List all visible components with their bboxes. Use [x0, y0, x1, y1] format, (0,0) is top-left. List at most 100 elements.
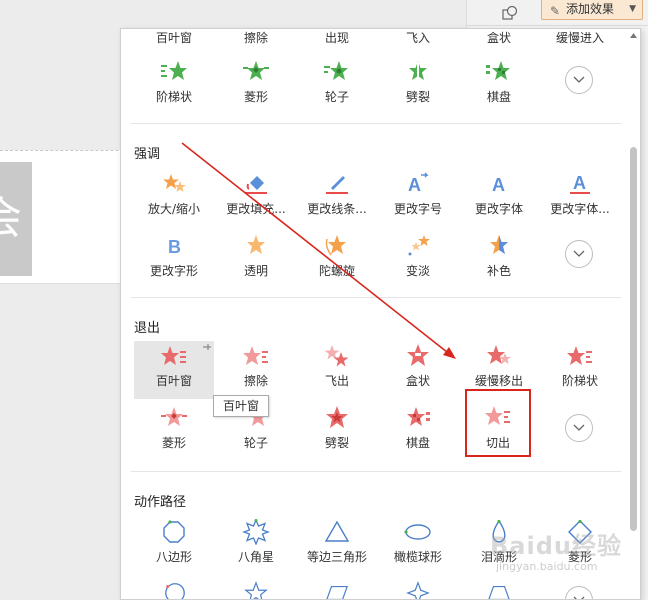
effect-label: 变淡	[405, 264, 430, 278]
effect-label: 轮子	[324, 90, 349, 104]
exit-effect-checkerboard[interactable]: 棋盘	[378, 403, 458, 461]
red-star-icon	[407, 344, 429, 366]
shapes-icon[interactable]	[501, 4, 519, 22]
parallelogram-path-icon[interactable]	[323, 581, 351, 600]
effect-label: 飞入	[405, 31, 430, 45]
orange-star-icon	[163, 174, 186, 192]
emphasis-effect-transparency[interactable]: 透明	[216, 231, 296, 289]
slide-text-box[interactable]: 会	[0, 162, 32, 276]
circle-path-icon[interactable]	[161, 581, 189, 600]
effect-label: 切出	[485, 436, 510, 450]
fading-stars-icon	[408, 235, 430, 256]
exit-effect-strips[interactable]: 阶梯状	[540, 341, 620, 399]
green-star-icon	[243, 61, 269, 80]
exit-effect-split[interactable]: 劈裂	[297, 403, 377, 461]
section-divider	[131, 297, 621, 298]
effect-label: 百叶窗	[155, 31, 192, 45]
scrollbar-thumb[interactable]	[630, 147, 637, 531]
effect-label: 出现	[324, 31, 349, 45]
path-effect-8-point-star[interactable]: 八角星	[216, 517, 296, 575]
four-point-star-path-icon[interactable]	[404, 581, 432, 600]
entrance-effect-wheel[interactable]: 轮子	[297, 57, 377, 115]
entrance-more-button[interactable]	[565, 66, 593, 94]
section-title-motion-path: 动作路径	[134, 495, 187, 510]
svg-text:A: A	[573, 173, 586, 193]
effect-label: 阶梯状	[155, 90, 192, 104]
path-effect-football[interactable]: 橄榄球形	[378, 517, 458, 575]
path-effect-octagon[interactable]: 八边形	[134, 517, 214, 575]
star-path-icon[interactable]	[242, 581, 270, 600]
chevron-down-icon	[573, 250, 585, 257]
star-path-icon	[242, 519, 270, 545]
effect-label: 劈裂	[324, 436, 349, 450]
entrance-effect-checkerboard[interactable]: 棋盘	[459, 57, 539, 115]
effect-label: 更改字体...	[550, 202, 610, 216]
section-title-exit: 退出	[134, 321, 161, 336]
font-icon: A	[492, 175, 505, 195]
red-star-icon	[161, 407, 187, 426]
emphasis-effect-font-style[interactable]: B 更改字形	[134, 231, 214, 289]
paint-bucket-icon	[245, 176, 267, 194]
red-star-icon	[324, 345, 349, 367]
effect-label: 放大/缩小	[147, 202, 201, 216]
exit-effect-blinds[interactable]: 百叶窗	[134, 341, 214, 399]
watermark-url: jingyan.baidu.com	[496, 560, 598, 573]
exit-effect-wipe[interactable]: 擦除	[216, 341, 296, 399]
entrance-effect-wipe[interactable]: 擦除	[216, 29, 296, 45]
pin-icon[interactable]	[202, 343, 212, 351]
watermark: Baidu经验 jingyan.baidu.com	[490, 526, 640, 596]
effect-label: 更改线条...	[307, 202, 367, 216]
emphasis-effect-font-size[interactable]: A 更改字号	[378, 169, 458, 227]
effects-dropdown: 百叶窗 擦除 出现 飞入 盒状 缓慢进入 阶梯状 菱形 轮子 劈裂 棋盘 强调 …	[120, 28, 641, 600]
exit-effect-peek-out[interactable]: 切出	[465, 389, 531, 457]
emphasis-effect-fill-color[interactable]: 更改填充...	[216, 169, 296, 227]
entrance-effect-box[interactable]: 盒状	[459, 29, 539, 45]
exit-effect-fly-out[interactable]: 飞出	[297, 341, 377, 399]
red-star-icon	[161, 346, 186, 365]
effect-label: 百叶窗	[155, 374, 192, 388]
emphasis-effect-fade[interactable]: 变淡	[378, 231, 458, 289]
svg-text:B: B	[168, 237, 181, 257]
emphasis-effect-line-color[interactable]: 更改线条...	[297, 169, 377, 227]
entrance-effect-diamond[interactable]: 菱形	[216, 57, 296, 115]
emphasis-effect-grow-shrink[interactable]: 放大/缩小	[134, 169, 214, 227]
pen-icon	[326, 176, 348, 194]
watermark-logo-text: Baidu经验	[490, 532, 622, 560]
ellipse-path-icon	[404, 524, 431, 540]
red-star-icon	[567, 346, 592, 365]
entrance-effect-appear[interactable]: 出现	[297, 29, 377, 45]
exit-effect-box[interactable]: 盒状	[378, 341, 458, 399]
svg-text:A: A	[492, 175, 505, 195]
pencil-icon: ✎	[550, 4, 561, 18]
effect-label: 更改字号	[393, 202, 442, 216]
triangle-path-icon	[324, 520, 350, 542]
effect-label: 缓慢进入	[555, 31, 604, 45]
font-size-icon: A	[408, 172, 429, 195]
effect-label: 等边三角形	[306, 550, 367, 564]
effect-label: 更改填充...	[226, 202, 286, 216]
spinning-star-icon	[325, 235, 346, 256]
entrance-effect-fly-in[interactable]: 飞入	[378, 29, 458, 45]
exit-more-button[interactable]	[565, 414, 593, 442]
path-effect-equilateral-triangle[interactable]: 等边三角形	[297, 517, 377, 575]
effect-label: 更改字形	[149, 264, 198, 278]
emphasis-effect-font[interactable]: A 更改字体	[459, 169, 539, 227]
red-star-icon	[407, 407, 430, 426]
emphasis-effect-complementary[interactable]: 补色	[459, 231, 539, 289]
red-star-icon	[487, 345, 511, 364]
chevron-down-icon	[573, 76, 585, 83]
section-title-emphasis: 强调	[134, 147, 161, 162]
add-effect-button[interactable]: ✎ 添加效果 ▼	[541, 0, 643, 20]
scroll-up-icon[interactable]	[629, 31, 638, 40]
emphasis-effect-spin[interactable]: 陀螺旋	[297, 231, 377, 289]
effect-label: 橄榄球形	[393, 550, 442, 564]
effect-label: 飞出	[324, 374, 349, 388]
emphasis-effect-font-color[interactable]: A 更改字体...	[540, 169, 620, 227]
entrance-effect-crawl-in[interactable]: 缓慢进入	[540, 29, 620, 45]
exit-effect-diamond[interactable]: 菱形	[134, 403, 214, 461]
entrance-effect-strips[interactable]: 阶梯状	[134, 57, 214, 115]
entrance-effect-split[interactable]: 劈裂	[378, 57, 458, 115]
emphasis-more-button[interactable]	[565, 240, 593, 268]
entrance-effect-blinds[interactable]: 百叶窗	[134, 29, 214, 45]
chevron-down-icon	[573, 424, 585, 431]
